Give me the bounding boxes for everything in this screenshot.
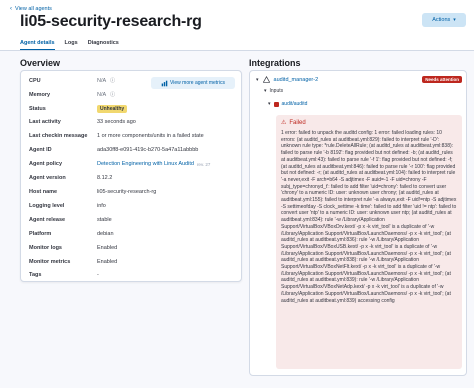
- actions-button-label: Actions: [432, 17, 451, 23]
- memory-row: Memory N/A ⓘ: [29, 91, 116, 99]
- warning-icon: [262, 76, 270, 83]
- error-message: 1 error: failed to unpack the auditd con…: [281, 130, 457, 304]
- view-more-metrics-button[interactable]: View more agent metrics: [151, 77, 235, 89]
- chevron-down-icon: ▾: [453, 17, 456, 23]
- monitor-metrics-row: Monitor metrics Enabled: [29, 259, 117, 265]
- memory-value: N/A: [97, 91, 107, 98]
- integrations-card: ▾ auditd_manager-2 Needs attention ▾ Inp…: [249, 70, 467, 376]
- agent-version-value: 8.12.2: [97, 175, 113, 181]
- tab-bar: Agent details Logs Diagnostics: [20, 40, 119, 50]
- integration-name-link[interactable]: auditd_manager-2: [274, 77, 319, 83]
- monitor-logs-label: Monitor logs: [29, 245, 62, 251]
- tab-logs[interactable]: Logs: [65, 40, 78, 50]
- last-checkin-row: Last checkin message 1 or more component…: [29, 133, 204, 139]
- agent-version-label: Agent version: [29, 175, 66, 181]
- status-badge: Unhealthy: [97, 105, 128, 113]
- actions-button[interactable]: Actions ▾: [422, 13, 466, 27]
- error-callout: ⚠ Failed 1 error: failed to unpack the a…: [276, 115, 462, 369]
- monitor-metrics-value: Enabled: [97, 259, 118, 265]
- input-name-link[interactable]: audit/auditd: [282, 101, 308, 107]
- last-activity-row: Last activity 33 seconds ago: [29, 119, 136, 125]
- agent-policy-row: Agent policy Detection Engineering with …: [29, 161, 210, 167]
- chart-icon: [161, 80, 168, 86]
- info-icon: ⓘ: [110, 78, 116, 84]
- agent-policy-label: Agent policy: [29, 161, 63, 167]
- tags-label: Tags: [29, 272, 42, 278]
- logging-level-value: info: [97, 203, 106, 209]
- monitor-metrics-label: Monitor metrics: [29, 259, 71, 265]
- memory-label: Memory: [29, 91, 51, 98]
- logging-level-row: Logging level info: [29, 203, 106, 209]
- host-name-label: Host name: [29, 189, 58, 195]
- platform-label: Platform: [29, 231, 52, 237]
- tab-diagnostics[interactable]: Diagnostics: [88, 40, 119, 50]
- error-title: ⚠ Failed: [281, 119, 457, 127]
- overview-card: View more agent metrics CPU N/A ⓘ Memory…: [20, 70, 242, 282]
- info-icon: ⓘ: [110, 92, 116, 98]
- view-more-metrics-label: View more agent metrics: [170, 80, 225, 86]
- last-checkin-value: 1 or more components/units in a failed s…: [97, 133, 204, 139]
- overview-heading: Overview: [20, 58, 61, 68]
- policy-revision: rev. 27: [196, 161, 211, 167]
- inputs-toggle[interactable]: ▾ Inputs: [264, 88, 283, 94]
- needs-attention-badge: Needs attention: [422, 76, 462, 83]
- page-title: li05-security-research-rg: [20, 13, 202, 30]
- agent-id-label: Agent ID: [29, 147, 52, 153]
- alert-icon: ⚠: [281, 120, 287, 126]
- agent-release-label: Agent release: [29, 217, 66, 223]
- cpu-value: N/A: [97, 77, 107, 84]
- arrow-left-icon: ‹: [10, 6, 12, 12]
- host-name-row: Host name li05-security-research-rg: [29, 189, 156, 195]
- last-checkin-label: Last checkin message: [29, 133, 88, 139]
- back-link-label: View all agents: [15, 6, 52, 12]
- host-name-value: li05-security-research-rg: [97, 189, 157, 195]
- inputs-label: Inputs: [269, 88, 284, 94]
- tab-agent-details[interactable]: Agent details: [20, 40, 55, 50]
- agent-id-value: ada30ff8-e091-419c-b270-5a47a11abbbb: [97, 147, 199, 153]
- chevron-down-icon: ▾: [256, 76, 259, 83]
- monitor-logs-value: Enabled: [97, 245, 118, 251]
- back-link[interactable]: ‹ View all agents: [10, 6, 52, 12]
- status-row: Status Unhealthy: [29, 105, 128, 113]
- monitor-logs-row: Monitor logs Enabled: [29, 245, 117, 251]
- agent-release-value: stable: [97, 217, 112, 223]
- integrations-heading: Integrations: [249, 58, 301, 68]
- status-label: Status: [29, 106, 46, 112]
- tags-row: Tags -: [29, 272, 99, 278]
- agent-release-row: Agent release stable: [29, 217, 112, 223]
- logging-level-label: Logging level: [29, 203, 65, 209]
- chevron-down-icon: ▾: [268, 101, 271, 107]
- integration-header[interactable]: ▾ auditd_manager-2: [256, 76, 318, 83]
- platform-value: debian: [97, 231, 114, 237]
- error-status-icon: [273, 101, 279, 107]
- tags-value: -: [97, 272, 99, 278]
- chevron-down-icon: ▾: [264, 88, 267, 94]
- agent-version-row: Agent version 8.12.2: [29, 175, 112, 181]
- input-row[interactable]: ▾ audit/auditd: [268, 101, 307, 107]
- tab-divider: [0, 50, 474, 51]
- cpu-label: CPU: [29, 77, 41, 84]
- last-activity-label: Last activity: [29, 119, 61, 125]
- agent-policy-link[interactable]: Detection Engineering with Linux Auditd: [97, 161, 194, 167]
- cpu-row: CPU N/A ⓘ: [29, 77, 116, 85]
- failed-label: Failed: [289, 119, 306, 126]
- last-activity-value: 33 seconds ago: [97, 119, 136, 125]
- agent-id-row: Agent ID ada30ff8-e091-419c-b270-5a47a11…: [29, 147, 198, 153]
- platform-row: Platform debian: [29, 231, 114, 237]
